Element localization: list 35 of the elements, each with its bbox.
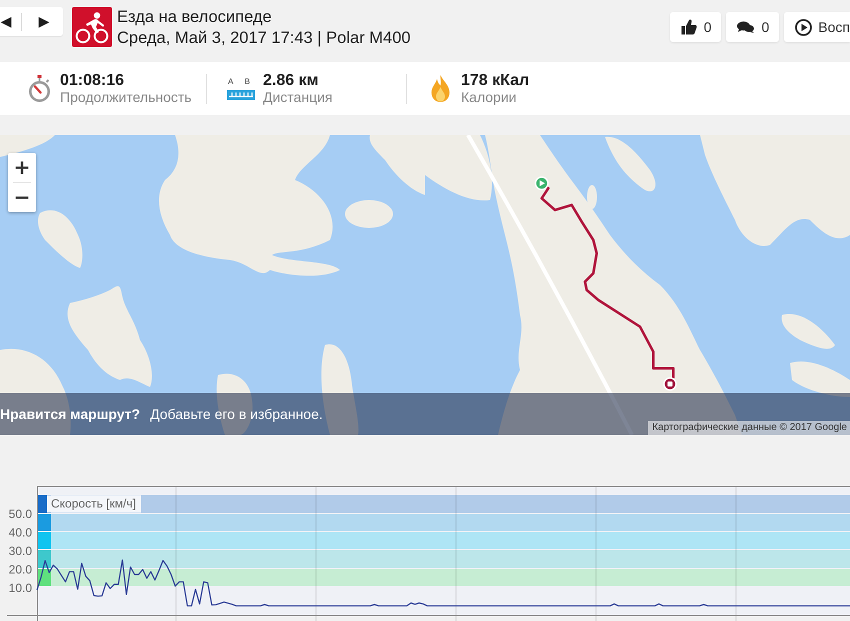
stat-value: 178 кКал xyxy=(461,72,530,89)
stat-label: Продолжительность xyxy=(60,89,192,105)
activity-subtitle: Среда, Май 3, 2017 17:43 | Polar M400 xyxy=(117,28,411,49)
stat-label: Калории xyxy=(461,89,518,105)
cyclist-icon xyxy=(72,7,112,47)
comment-button[interactable]: 0 xyxy=(726,12,780,42)
banner-hint-text: Добавьте его в избранное. xyxy=(150,406,323,422)
y-axis-label: 50.0 xyxy=(8,507,32,522)
y-axis-label: 20.0 xyxy=(8,562,32,576)
previous-button[interactable]: ◀ xyxy=(0,14,15,30)
banner-question-text: Нравится маршрут? xyxy=(0,406,140,422)
speech-bubbles-icon xyxy=(737,21,754,33)
stat-value: 2.86 км xyxy=(263,72,320,89)
stat-value: 01:08:16 xyxy=(60,72,126,89)
y-axis-label: 10.0 xyxy=(8,580,32,595)
zoom-out-button[interactable]: − xyxy=(8,183,36,212)
y-axis-label: 40.0 xyxy=(8,526,32,540)
next-button[interactable]: ▶ xyxy=(31,14,57,30)
replay-button[interactable]: Восп xyxy=(784,12,850,42)
play-circle-icon xyxy=(795,18,812,36)
chart-legend-label: Скорость [км/ч] xyxy=(47,495,141,513)
flame-icon xyxy=(431,75,450,102)
end-point-label: B xyxy=(244,77,250,86)
start-point-label: A xyxy=(228,77,234,86)
start-marker-icon xyxy=(534,176,549,190)
zoom-in-button[interactable]: + xyxy=(8,153,36,182)
like-button[interactable]: 0 xyxy=(670,12,722,42)
thumbs-up-icon xyxy=(680,19,697,35)
y-axis-label: 30.0 xyxy=(8,544,32,558)
map-attribution-text: Картографические данные © 2017 Google xyxy=(648,421,850,435)
stat-label: Дистанция xyxy=(263,89,332,105)
finish-marker-icon xyxy=(663,377,677,391)
stopwatch-icon xyxy=(27,75,52,102)
ruler-icon xyxy=(227,90,255,100)
activity-title: Езда на велосипеде xyxy=(117,7,273,28)
